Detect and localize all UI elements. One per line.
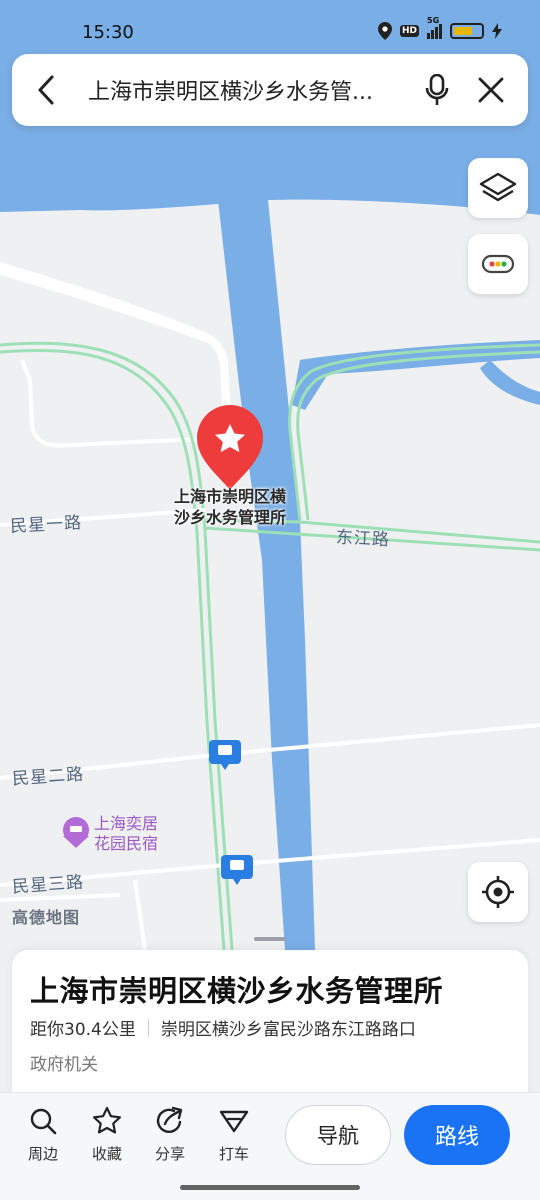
nearby-label: 周边 <box>27 1145 58 1163</box>
locate-me-button[interactable] <box>468 862 528 922</box>
share-button[interactable]: 分享 <box>140 1105 200 1164</box>
nearby-button[interactable]: 周边 <box>13 1105 73 1164</box>
taxi-icon <box>219 1110 249 1133</box>
charging-icon <box>492 23 502 39</box>
chevron-left-icon <box>38 75 54 105</box>
status-time: 15:30 <box>82 22 134 43</box>
battery-icon <box>450 23 484 39</box>
navigate-button[interactable]: 导航 <box>285 1105 391 1165</box>
share-label: 分享 <box>154 1145 185 1163</box>
close-icon <box>478 77 504 103</box>
hotel-label-line: 上海奕居 <box>94 814 159 833</box>
taxi-button[interactable]: 打车 <box>204 1105 264 1164</box>
taxi-label: 打车 <box>218 1145 249 1163</box>
search-icon <box>30 1108 57 1135</box>
road-label-dongjiang: 东江路 <box>335 527 391 551</box>
marker-label-line: 上海市崇明区横 <box>173 487 286 506</box>
layers-icon <box>479 172 517 202</box>
crosshair-icon <box>482 876 514 908</box>
share-icon <box>156 1106 183 1134</box>
poi-name: 上海市崇明区横沙乡水务管理所 <box>30 974 444 1008</box>
poi-meta: 距你30.4公里 崇明区横沙乡富民沙路东江路路口 <box>30 1015 416 1040</box>
favorite-button[interactable]: 收藏 <box>77 1105 137 1164</box>
hd-badge: HD <box>399 25 419 37</box>
map-layers-button[interactable] <box>468 158 528 218</box>
status-bar: 15:30 HD 5G <box>0 0 540 56</box>
marker-label[interactable]: 上海市崇明区横 沙乡水务管理所 <box>150 486 310 528</box>
voice-search-button[interactable] <box>410 54 464 126</box>
road-label-minxing-2: 民星二路 <box>11 764 85 790</box>
meta-divider <box>147 1018 149 1037</box>
sheet-drag-handle[interactable] <box>254 937 286 941</box>
clear-search-button[interactable] <box>464 54 518 126</box>
road-label-minxing-3: 民星三路 <box>11 872 85 898</box>
hotel-label-line: 花园民宿 <box>94 834 159 853</box>
poi-address: 崇明区横沙乡富民沙路东江路路口 <box>160 1020 416 1040</box>
marker-label-line: 沙乡水务管理所 <box>173 508 286 527</box>
more-tools-button[interactable] <box>468 234 528 294</box>
toolbox-icon <box>481 254 515 274</box>
poi-distance: 距你30.4公里 <box>30 1020 136 1040</box>
favorite-label: 收藏 <box>91 1145 122 1163</box>
route-button[interactable]: 路线 <box>404 1105 510 1165</box>
map-logo: 高德地图 <box>12 908 81 927</box>
signal-icon: 5G <box>427 16 442 39</box>
back-button[interactable] <box>12 54 80 126</box>
hotel-label[interactable]: 上海奕居 花园民宿 <box>94 814 158 854</box>
search-input[interactable]: 上海市崇明区横沙乡水务管... <box>80 74 410 106</box>
poi-category: 政府机关 <box>30 1055 98 1075</box>
road-label-minxing-1: 民星一路 <box>9 513 83 537</box>
search-bar: 上海市崇明区横沙乡水务管... <box>12 54 528 126</box>
bottom-toolbar: 周边 收藏 分享 打车 导航 路线 <box>0 1092 540 1200</box>
home-indicator[interactable] <box>180 1185 360 1190</box>
star-icon <box>93 1106 121 1134</box>
location-icon <box>377 22 392 40</box>
microphone-icon <box>425 74 449 105</box>
network-label: 5G <box>427 15 440 25</box>
status-icons: HD 5G <box>377 16 502 40</box>
